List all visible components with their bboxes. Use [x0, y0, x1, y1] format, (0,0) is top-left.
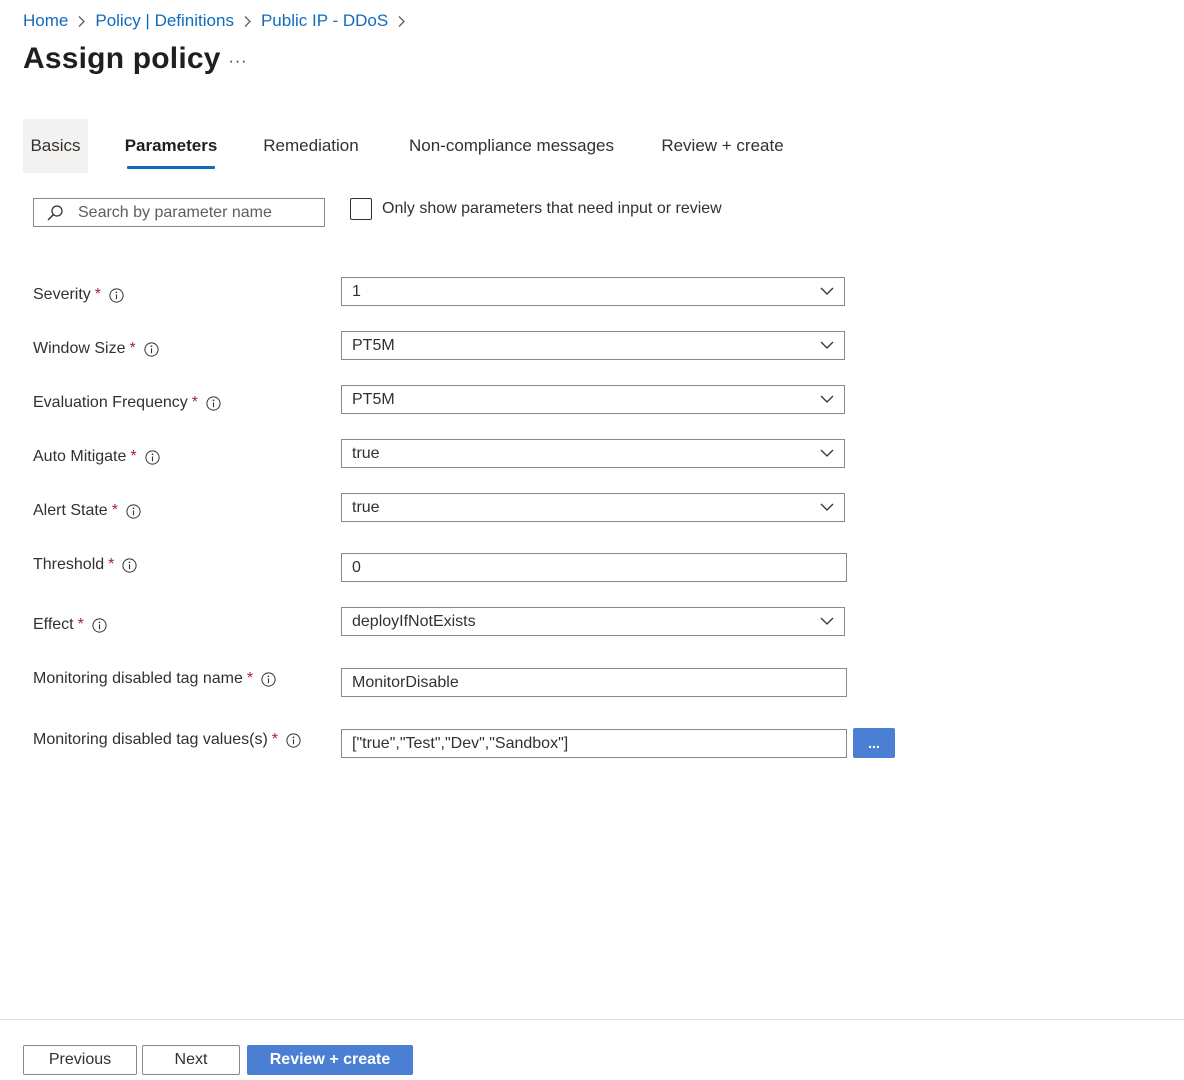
- info-icon[interactable]: [261, 671, 276, 687]
- search-icon: [40, 199, 70, 226]
- more-options-button[interactable]: ···: [226, 50, 250, 74]
- required-marker: *: [246, 670, 254, 687]
- info-icon[interactable]: [144, 341, 159, 357]
- only-show-needs-input-filter[interactable]: Only show parameters that need input or …: [350, 198, 722, 220]
- required-marker: *: [129, 340, 136, 357]
- chevron-down-icon: [820, 395, 834, 403]
- only-show-needs-input-checkbox[interactable]: [350, 198, 372, 220]
- required-marker: *: [77, 616, 84, 633]
- alert-state-dropdown[interactable]: true: [341, 493, 845, 522]
- info-icon[interactable]: [92, 617, 107, 633]
- footer-divider: [0, 1019, 1184, 1020]
- chevron-down-icon: [820, 449, 834, 457]
- breadcrumb-home[interactable]: Home: [23, 11, 68, 31]
- window-size-dropdown[interactable]: PT5M: [341, 331, 845, 360]
- tab-non-compliance-messages[interactable]: Non-compliance messages: [405, 119, 618, 173]
- auto-mitigate-dropdown[interactable]: true: [341, 439, 845, 468]
- review-create-button[interactable]: Review + create: [247, 1045, 413, 1075]
- evaluation-frequency-dropdown[interactable]: PT5M: [341, 385, 845, 414]
- breadcrumb-policy-definitions[interactable]: Policy | Definitions: [95, 11, 234, 31]
- monitoring-disabled-tag-values-input[interactable]: ["true","Test","Dev","Sandbox"]: [341, 729, 847, 758]
- required-marker: *: [94, 286, 102, 303]
- info-icon[interactable]: [122, 557, 137, 573]
- threshold-input[interactable]: 0: [341, 553, 847, 582]
- required-marker: *: [191, 394, 198, 411]
- monitoring-disabled-tag-values-label: Monitoring disabled tag values(s) *: [33, 728, 301, 752]
- chevron-down-icon: [820, 617, 834, 625]
- chevron-down-icon: [820, 287, 834, 295]
- tab-basics[interactable]: Basics: [23, 119, 88, 173]
- chevron-down-icon: [820, 341, 834, 349]
- info-icon[interactable]: [206, 395, 221, 411]
- severity-dropdown[interactable]: 1: [341, 277, 845, 306]
- auto-mitigate-label: Auto Mitigate *: [33, 445, 160, 469]
- tab-parameters[interactable]: Parameters: [125, 119, 217, 173]
- tab-review-create[interactable]: Review + create: [659, 119, 786, 173]
- chevron-right-icon: [68, 9, 95, 33]
- info-icon[interactable]: [286, 732, 301, 748]
- required-marker: *: [271, 731, 279, 748]
- edit-tag-values-button[interactable]: ...: [853, 728, 895, 758]
- parameter-search-box: [33, 198, 325, 227]
- severity-label: Severity *: [33, 283, 124, 307]
- threshold-label: Threshold *: [33, 553, 137, 577]
- info-icon[interactable]: [109, 287, 124, 303]
- required-marker: *: [130, 448, 137, 465]
- required-marker: *: [108, 556, 115, 573]
- breadcrumb: Home Policy | Definitions Public IP - DD…: [23, 9, 415, 33]
- info-icon[interactable]: [145, 449, 160, 465]
- monitoring-disabled-tag-name-label: Monitoring disabled tag name *: [33, 667, 276, 691]
- effect-dropdown[interactable]: deployIfNotExists: [341, 607, 845, 636]
- effect-label: Effect *: [33, 613, 107, 637]
- chevron-right-icon: [234, 9, 261, 33]
- page-title: Assign policy: [23, 42, 221, 75]
- search-input[interactable]: [70, 200, 310, 225]
- breadcrumb-public-ip-ddos[interactable]: Public IP - DDoS: [261, 11, 388, 31]
- chevron-right-icon: [388, 9, 415, 33]
- alert-state-label: Alert State *: [33, 499, 141, 523]
- monitoring-disabled-tag-name-input[interactable]: MonitorDisable: [341, 668, 847, 697]
- tab-remediation[interactable]: Remediation: [258, 119, 364, 173]
- evaluation-frequency-label: Evaluation Frequency *: [33, 391, 221, 415]
- window-size-label: Window Size *: [33, 337, 159, 361]
- info-icon[interactable]: [126, 503, 141, 519]
- active-tab-indicator: [127, 166, 215, 169]
- chevron-down-icon: [820, 503, 834, 511]
- previous-button[interactable]: Previous: [23, 1045, 137, 1075]
- required-marker: *: [111, 502, 118, 519]
- next-button[interactable]: Next: [142, 1045, 240, 1075]
